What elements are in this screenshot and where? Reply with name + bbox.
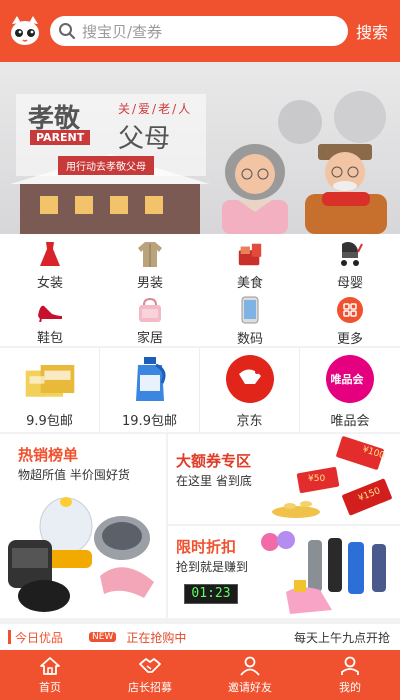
tab-label: 邀请好友 bbox=[228, 680, 272, 694]
category-label: 更多 bbox=[336, 332, 363, 347]
category-label: 鞋包 bbox=[36, 331, 63, 346]
coupon-zone-subtitle: 在这里 省到底 bbox=[176, 474, 252, 488]
category-baby[interactable]: 母婴 bbox=[300, 234, 400, 291]
search-button[interactable]: 搜索 bbox=[356, 19, 388, 43]
today-deals-ticker[interactable]: 今日优品 NEW 正在抢购中 每天上午九点开抢 bbox=[0, 624, 400, 650]
coupon-amount: ¥50 bbox=[308, 474, 326, 484]
category-women[interactable]: 女装 bbox=[0, 234, 100, 291]
deals-row: 9.9包邮 19.9包邮 京东 唯品会 唯品会 bbox=[0, 348, 400, 432]
flash-sale-title: 限时折扣 bbox=[176, 538, 237, 556]
search-icon bbox=[59, 23, 76, 40]
hot-sales-title: 热销榜单 bbox=[18, 446, 79, 464]
deal-label: 唯品会 bbox=[330, 414, 370, 429]
vip-logo-icon: 唯品会 bbox=[322, 354, 378, 404]
category-grid: 女装 男装 美食 母婴 鞋包 家居 数码 更多 bbox=[0, 234, 400, 347]
tissue-pack-icon bbox=[22, 354, 78, 404]
tab-profile[interactable]: 我的 bbox=[300, 650, 400, 700]
search-input[interactable]: 搜宝贝/查券 bbox=[50, 16, 348, 46]
handshake-icon bbox=[139, 657, 161, 673]
home-bag-icon bbox=[136, 296, 164, 323]
top-bar: 搜宝贝/查券 搜索 bbox=[0, 0, 400, 62]
category-digital[interactable]: 数码 bbox=[200, 290, 300, 347]
countdown-clock: 01:23 bbox=[184, 584, 238, 604]
promo-panels: 热销榜单 物超所值 半价囤好货 大额券专区 在这里 省到底 ¥100 ¥50 ¥… bbox=[0, 434, 400, 618]
detergent-bottle-icon bbox=[122, 354, 178, 404]
banner-slogan: 用行动去孝敬父母 bbox=[58, 156, 154, 175]
banner-parent-label: PARENT bbox=[30, 130, 91, 145]
tab-store-recruit[interactable]: 店长招募 bbox=[100, 650, 200, 700]
category-label: 母婴 bbox=[336, 276, 363, 291]
tab-label: 店长招募 bbox=[128, 680, 172, 694]
today-title: 今日优品 bbox=[15, 630, 64, 645]
shoe-icon bbox=[36, 296, 64, 323]
category-label: 女装 bbox=[36, 276, 63, 291]
dress-icon bbox=[36, 240, 64, 268]
bottom-tab-bar: 首页 店长招募 邀请好友 我的 bbox=[0, 650, 400, 700]
deal-9-9[interactable]: 9.9包邮 bbox=[0, 348, 100, 432]
today-status: 正在抢购中 bbox=[126, 630, 187, 645]
more-icon bbox=[336, 296, 364, 324]
section-marker bbox=[8, 630, 11, 644]
user-icon bbox=[240, 656, 260, 676]
home-icon bbox=[40, 656, 60, 675]
food-icon bbox=[236, 240, 264, 268]
new-badge: NEW bbox=[89, 632, 117, 642]
deal-label: 19.9包邮 bbox=[122, 414, 177, 429]
category-label: 男装 bbox=[136, 276, 163, 291]
category-label: 家居 bbox=[136, 331, 163, 346]
tab-label: 我的 bbox=[339, 680, 361, 694]
deal-19-9[interactable]: 19.9包邮 bbox=[100, 348, 200, 432]
banner-title-right: 父母 bbox=[118, 124, 171, 154]
search-placeholder: 搜宝贝/查券 bbox=[82, 22, 163, 41]
category-food[interactable]: 美食 bbox=[200, 234, 300, 291]
hot-sales-panel[interactable]: 热销榜单 物超所值 半价囤好货 bbox=[0, 434, 166, 618]
tab-invite-friends[interactable]: 邀请好友 bbox=[200, 650, 300, 700]
flash-sale-panel[interactable]: 限时折扣 抢到就是赚到 01:23 bbox=[168, 526, 400, 618]
promo-banner[interactable]: 孝敬 关/爱/老/人 PARENT 父母 用行动去孝敬父母 bbox=[0, 62, 400, 234]
thermos-bottles-icon bbox=[286, 538, 386, 614]
category-home[interactable]: 家居 bbox=[100, 290, 200, 346]
coat-icon bbox=[136, 240, 164, 268]
deal-vip[interactable]: 唯品会 唯品会 bbox=[300, 348, 400, 432]
category-shoes-bags[interactable]: 鞋包 bbox=[0, 290, 100, 346]
tab-label: 首页 bbox=[39, 680, 61, 694]
vip-logo-text: 唯品会 bbox=[330, 373, 364, 386]
app-root: 搜宝贝/查券 搜索 孝敬 关/爱/老/人 PARENT 父母 用行动去孝敬父母 … bbox=[0, 0, 400, 700]
deal-jd[interactable]: 京东 bbox=[200, 348, 300, 432]
stroller-icon bbox=[336, 240, 364, 268]
jd-logo-icon bbox=[222, 354, 278, 404]
today-time: 每天上午九点开抢 bbox=[293, 630, 390, 645]
phone-icon bbox=[236, 296, 264, 324]
flash-sale-subtitle: 抢到就是赚到 bbox=[176, 560, 249, 574]
profile-icon bbox=[341, 656, 359, 675]
coupon-zone-title: 大额券专区 bbox=[176, 452, 252, 470]
hot-sales-subtitle: 物超所值 半价囤好货 bbox=[18, 468, 130, 482]
category-label: 数码 bbox=[236, 332, 263, 347]
cat-logo-icon[interactable] bbox=[8, 14, 42, 48]
appliance-group-icon bbox=[8, 497, 154, 612]
deal-label: 京东 bbox=[236, 414, 263, 429]
tab-home[interactable]: 首页 bbox=[0, 650, 100, 700]
banner-tagline: 关/爱/老/人 bbox=[118, 102, 193, 116]
category-more[interactable]: 更多 bbox=[300, 290, 400, 347]
coupon-zone-panel[interactable]: 大额券专区 在这里 省到底 ¥100 ¥50 ¥150 bbox=[168, 434, 400, 524]
deal-label: 9.9包邮 bbox=[26, 414, 73, 429]
category-label: 美食 bbox=[236, 276, 263, 291]
category-men[interactable]: 男装 bbox=[100, 234, 200, 291]
